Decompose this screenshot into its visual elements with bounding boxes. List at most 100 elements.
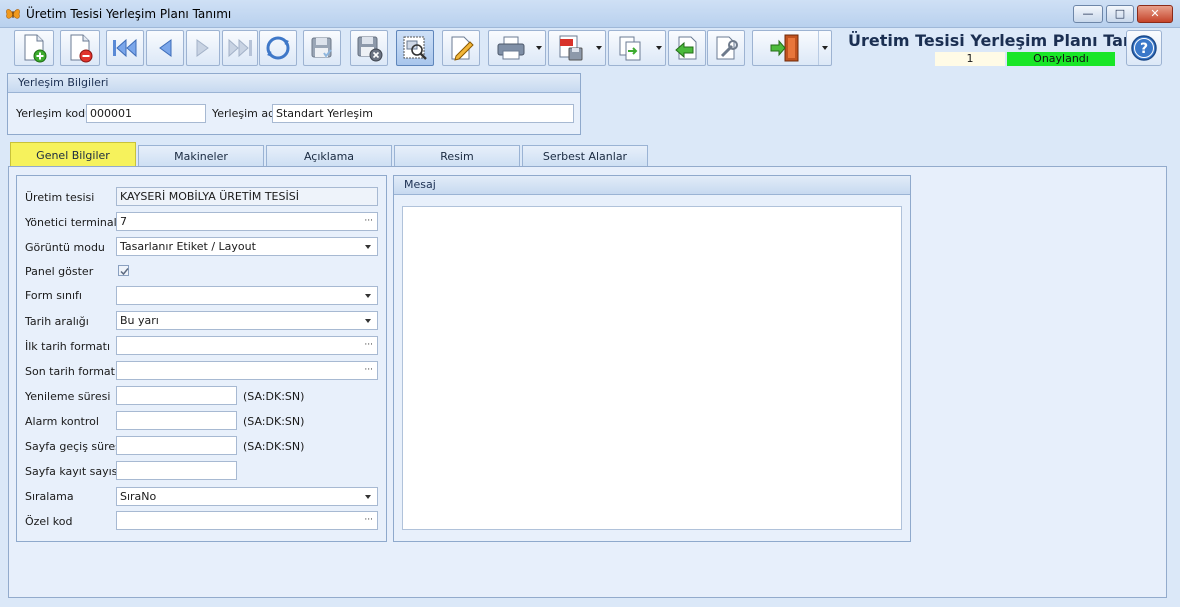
refresh-icon [266, 36, 290, 60]
edit-icon [451, 36, 474, 61]
general-info-group: Üretim tesisi KAYSERİ MOBİLYA ÜRETİM TES… [16, 175, 387, 542]
previous-icon [159, 39, 172, 57]
minimize-icon: — [1082, 7, 1094, 20]
delete-record-button[interactable] [60, 30, 100, 66]
field-label-yonetici-terminal: Yönetici terminal [25, 216, 117, 229]
printer-icon [497, 36, 525, 60]
last-record-button[interactable] [222, 30, 258, 66]
settings-button[interactable] [707, 30, 745, 66]
tab-genel-bilgiler[interactable]: Genel Bilgiler [10, 142, 136, 167]
refresh-interval-field[interactable] [116, 386, 237, 405]
exit-button[interactable] [752, 30, 832, 66]
svg-text:?: ? [1140, 41, 1148, 57]
help-button[interactable]: ? [1126, 30, 1162, 66]
save-icon [311, 37, 332, 58]
tab-makineler[interactable]: Makineler [138, 145, 264, 167]
checkmark-icon [120, 268, 129, 276]
field-label-ozel-kod: Özel kod [25, 515, 73, 528]
help-icon: ? [1131, 35, 1157, 61]
panel-show-checkbox[interactable] [118, 265, 129, 276]
export-pdf-button[interactable] [548, 30, 606, 66]
previous-record-button[interactable] [146, 30, 184, 66]
placement-code-field[interactable]: 000001 [86, 104, 206, 123]
ellipsis-icon[interactable]: ··· [364, 512, 373, 529]
butterfly-icon [6, 9, 20, 19]
refresh-button[interactable] [259, 30, 297, 66]
last-date-format-field[interactable]: ··· [116, 361, 378, 380]
field-label-form-sinifi: Form sınıfı [25, 289, 82, 302]
next-icon [196, 39, 209, 57]
pdf-icon [559, 35, 583, 61]
tools-icon [716, 36, 738, 60]
new-document-icon [24, 34, 47, 63]
field-label-siralama: Sıralama [25, 490, 74, 503]
title-bar: Üretim Tesisi Yerleşim Planı Tanımı — □ … [0, 0, 1180, 28]
status-badge: Onaylandı [1007, 52, 1115, 66]
form-class-select[interactable] [116, 286, 378, 305]
page-record-count-field[interactable] [116, 461, 237, 480]
export-dropdown-icon [656, 46, 662, 50]
tab-serbest-alanlar[interactable]: Serbest Alanlar [522, 145, 648, 167]
production-facility-field: KAYSERİ MOBİLYA ÜRETİM TESİSİ [116, 187, 378, 206]
minimize-button[interactable]: — [1073, 5, 1103, 23]
tab-aciklama[interactable]: Açıklama [266, 145, 392, 167]
sort-order-value: SıraNo [120, 490, 157, 503]
edit-button[interactable] [442, 30, 480, 66]
next-record-button[interactable] [186, 30, 220, 66]
last-icon [228, 38, 252, 58]
date-range-value: Bu yarı [120, 314, 159, 327]
print-dropdown-icon [536, 46, 542, 50]
field-label-ilk-tarih-formati: İlk tarih formatı [25, 340, 111, 353]
tab-resim[interactable]: Resim [394, 145, 520, 167]
field-label-yenileme-suresi: Yenileme süresi [25, 390, 111, 403]
ellipsis-icon[interactable]: ··· [364, 337, 373, 354]
field-label-uretim-tesisi: Üretim tesisi [25, 191, 95, 204]
export-icon [619, 36, 641, 61]
save-button[interactable] [303, 30, 341, 66]
form-title: Üretim Tesisi Yerleşim Planı Tanımı [848, 31, 1162, 50]
close-icon: ✕ [1150, 7, 1160, 20]
field-label-alarm-kontrol: Alarm kontrol [25, 415, 99, 428]
placement-info-title: Yerleşim Bilgileri [8, 74, 580, 93]
message-textarea[interactable] [402, 206, 902, 530]
field-label-sayfa-gecis-suresi: Sayfa geçiş süresi [25, 440, 124, 453]
new-record-button[interactable] [14, 30, 54, 66]
page-transition-field[interactable] [116, 436, 237, 455]
placement-code-label: Yerleşim kodu [16, 107, 93, 120]
window-title: Üretim Tesisi Yerleşim Planı Tanımı [26, 7, 232, 21]
field-label-goruntu-modu: Görüntü modu [25, 241, 105, 254]
first-record-button[interactable] [106, 30, 144, 66]
display-mode-select[interactable]: Tasarlanır Etiket / Layout [116, 237, 378, 256]
first-date-format-field[interactable]: ··· [116, 336, 378, 355]
sort-order-select[interactable]: SıraNo [116, 487, 378, 506]
ellipsis-icon[interactable]: ··· [364, 362, 373, 379]
exit-door-icon [770, 34, 799, 62]
display-mode-value: Tasarlanır Etiket / Layout [120, 240, 256, 253]
save-close-button[interactable] [350, 30, 388, 66]
export-button[interactable] [608, 30, 666, 66]
chevron-down-icon[interactable] [365, 294, 371, 298]
first-icon [113, 38, 137, 58]
placement-name-field[interactable]: Standart Yerleşim [272, 104, 574, 123]
print-button[interactable] [488, 30, 546, 66]
date-range-select[interactable]: Bu yarı [116, 311, 378, 330]
save-close-icon [357, 36, 383, 62]
ellipsis-icon[interactable]: ··· [364, 213, 373, 230]
placement-name-label: Yerleşim adı [212, 107, 279, 120]
manager-terminal-field[interactable]: 7 ··· [116, 212, 378, 231]
chevron-down-icon[interactable] [365, 319, 371, 323]
special-code-field[interactable]: ··· [116, 511, 378, 530]
close-button[interactable]: ✕ [1137, 5, 1173, 23]
back-icon [675, 36, 697, 60]
maximize-button[interactable]: □ [1106, 5, 1134, 23]
delete-document-icon [70, 34, 93, 63]
exit-dropdown-separator [818, 31, 819, 65]
alarm-check-field[interactable] [116, 411, 237, 430]
chevron-down-icon[interactable] [365, 245, 371, 249]
back-button[interactable] [668, 30, 706, 66]
chevron-down-icon[interactable] [365, 495, 371, 499]
preview-icon [403, 36, 427, 60]
alarm-check-hint: (SA:DK:SN) [243, 415, 305, 428]
preview-button[interactable] [396, 30, 434, 66]
placement-info-group: Yerleşim Bilgileri Yerleşim kodu 000001 … [7, 73, 581, 135]
